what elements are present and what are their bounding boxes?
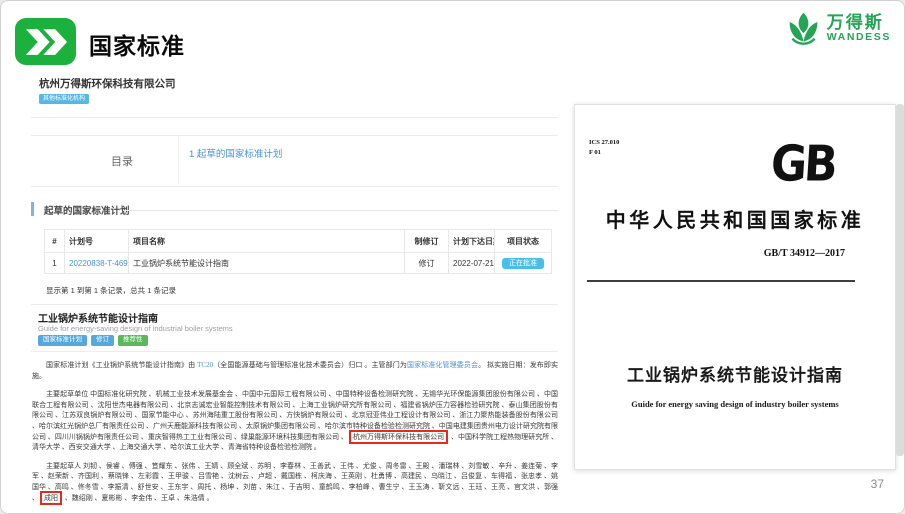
class-code: F 01 (589, 148, 619, 158)
toc-divider (178, 136, 179, 184)
highlight-person: 成阳 (40, 491, 62, 505)
header-status: 项目状态 (495, 230, 552, 253)
divider (31, 351, 558, 352)
cell-revision: 修订 (405, 253, 449, 274)
plan-description: 国家标准计划《工业锅炉系统节能设计指南》由 TC20（全国能源基础与管理标准化技… (32, 360, 558, 511)
page-title: 国家标准 (89, 27, 185, 61)
doc-title-en: Guide for energy saving design of indust… (575, 399, 895, 409)
p1-text: 国家标准计划《工业锅炉系统节能设计指南》由 (46, 361, 197, 369)
header-index: # (45, 230, 65, 253)
toc-link[interactable]: 1 起草的国家标准计划 (189, 146, 282, 160)
standard-cover-page: ICS 27.010 F 01 GB 中华人民共和国国家标准 GB/T 3491… (574, 104, 896, 470)
cell-project-name: 工业锅炉系统节能设计指南 (129, 253, 405, 274)
toc-label: 目录 (111, 153, 133, 169)
plans-table: # 计划号 项目名称 制修订 计划下达日期 项目状态 1 20220838-T-… (44, 229, 552, 274)
brand-logo: 万得斯 WANDESS (785, 10, 891, 47)
header-project-name: 项目名称 (129, 230, 405, 253)
doc-title-cn: 工业锅炉系统节能设计指南 (575, 361, 895, 386)
header-revision: 制修订 (405, 230, 449, 253)
drafted-plans-heading: 起草的国家标准计划 (44, 203, 130, 217)
divider (31, 117, 558, 118)
national-standard-title: 中华人民共和国国家标准 (575, 204, 895, 233)
table-header-row: # 计划号 项目名称 制修订 计划下达日期 项目状态 (45, 230, 552, 253)
ics-code: ICS 27.010 F 01 (589, 138, 619, 158)
company-type-badge: 其他标准化机构 (39, 94, 89, 104)
wandess-leaf-icon (785, 10, 822, 47)
standard-title-cn: 工业锅炉系统节能设计指南 (38, 310, 158, 325)
cover-rule (587, 280, 855, 282)
badge-revision: 修订 (91, 335, 114, 346)
slide-canvas: 国家标准 万得斯 WANDESS 杭州万得斯环保科技有限公司 其他标准化机构 目… (0, 0, 905, 514)
tc20-link[interactable]: TC20 (197, 361, 213, 369)
paragraph-overview: 国家标准计划《工业锅炉系统节能设计指南》由 TC20（全国能源基础与管理标准化技… (32, 360, 558, 381)
standard-title-en: Guide for energy-saving design of indust… (38, 324, 233, 333)
badge-recommended: 推荐性 (118, 335, 148, 346)
table-row: 1 20220838-T-469 工业锅炉系统节能设计指南 修订 2022-07… (45, 253, 552, 274)
header-issue-date: 计划下达日期 (449, 230, 495, 253)
divider (31, 304, 558, 305)
paragraph-drafting-units: 主要起草单位 中国标准化研究院 、机械工业技术发展基金会 、中国中元国际工程有限… (32, 389, 558, 453)
standard-number: GB/T 34912—2017 (575, 248, 845, 259)
section-accent-bar (31, 202, 34, 216)
p3-text: 、魏绍刚 、夏彬彬 、李金伟 、王卓 、朱浩倩 。 (63, 494, 214, 502)
heading-rule (123, 210, 558, 211)
badge-plan-type: 国家标准计划 (38, 335, 87, 346)
table-footer: 显示第 1 到第 1 条记录，总共 1 条记录 (46, 285, 176, 296)
section-marker (15, 18, 76, 65)
sac-link[interactable]: 国家标准化管理委员会 (407, 361, 478, 369)
status-badge: 正在批准 (502, 258, 544, 269)
cell-index: 1 (45, 253, 65, 274)
ics-number: ICS 27.010 (589, 138, 619, 148)
p1-text: （全国能源基础与管理标准化技术委员会）归口 。主管部门为 (213, 361, 407, 369)
highlight-company: 杭州万得斯环保科技有限公司 (349, 430, 448, 444)
company-title: 杭州万得斯环保科技有限公司 (39, 76, 176, 91)
plan-no-link[interactable]: 20220838-T-469 (69, 259, 128, 268)
gb-logo: GB (769, 136, 836, 193)
brand-name-cn: 万得斯 (827, 14, 891, 32)
header-plan-no: 计划号 (65, 230, 129, 253)
brand-name-en: WANDESS (827, 32, 891, 43)
scrollbar[interactable] (896, 104, 904, 456)
paragraph-drafters: 主要起草人 刘韧 、侯睿 、傅强 、笪耀东 、张伟 、王婧 、顾全斌 、苏明 、… (32, 461, 558, 503)
cell-issue-date: 2022-07-21 (449, 253, 495, 274)
standard-badges: 国家标准计划 修订 推荐性 (38, 335, 148, 346)
double-chevron-icon (24, 28, 68, 56)
page-number: 37 (871, 477, 884, 491)
